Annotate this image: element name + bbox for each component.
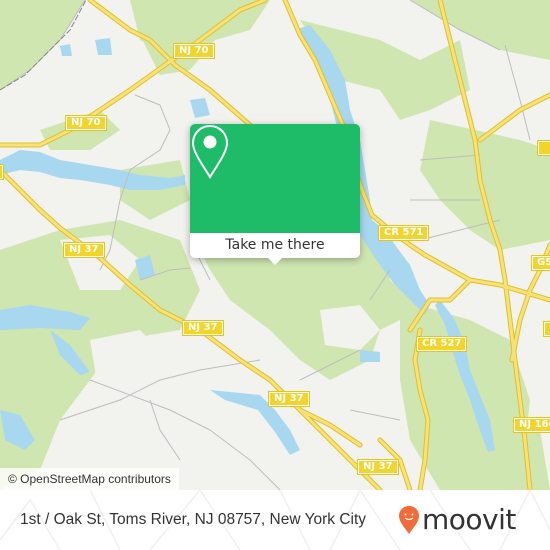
road-label-partial <box>537 140 550 156</box>
address-text: 1st / Oak St, Toms River, NJ 08757, New … <box>20 511 367 528</box>
road-label-nj37: NJ 37 <box>63 242 105 258</box>
map-pin-icon <box>191 124 229 179</box>
brand-name: moovit <box>422 503 516 536</box>
road-label-nj166: NJ 166 <box>512 417 550 433</box>
location-popup: Take me there <box>190 124 360 265</box>
road-label-nj70: NJ 70 <box>65 115 107 131</box>
road-label-nj37: NJ 37 <box>182 320 224 336</box>
road-label-partial <box>543 321 550 337</box>
road-label-nj37: NJ 37 <box>357 459 399 475</box>
popup-header <box>190 124 360 233</box>
road-label-cr527: CR 527 <box>415 336 468 352</box>
map-attribution[interactable]: © OpenStreetMap contributors <box>0 468 179 490</box>
map-view[interactable]: NJ 70 NJ 70 NJ 37 NJ 37 NJ 37 NJ 37 CR 5… <box>0 0 550 490</box>
popup-pointer <box>268 258 282 265</box>
road-label-nj37: NJ 37 <box>268 391 310 407</box>
moovit-pin-logo-icon <box>399 506 419 534</box>
footer-bar: 1st / Oak St, Toms River, NJ 08757, New … <box>0 490 550 550</box>
road-label-gsp: GSP <box>531 255 550 271</box>
moovit-logo[interactable]: moovit <box>398 504 516 536</box>
take-me-there-button[interactable]: Take me there <box>190 233 360 258</box>
road-label-nj70: NJ 70 <box>173 43 215 59</box>
road-label-cr571: CR 571 <box>377 225 430 241</box>
road-label-partial <box>0 164 4 180</box>
